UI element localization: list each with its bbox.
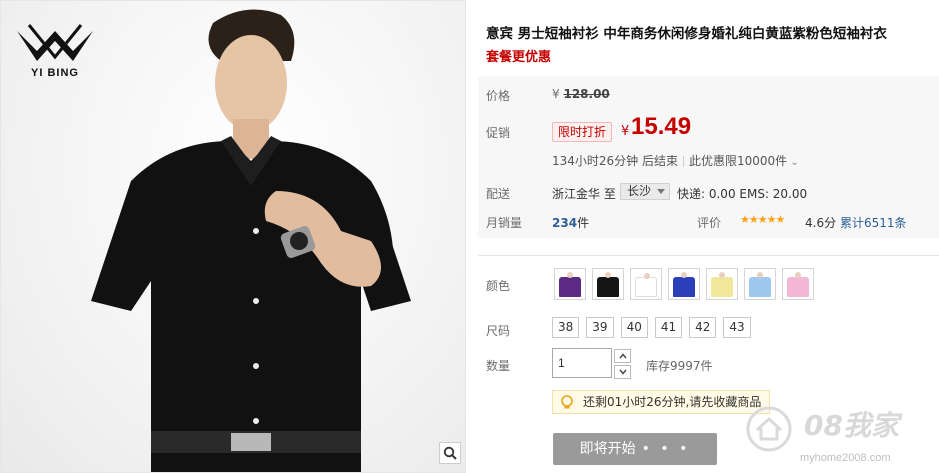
countdown: 134小时26分钟 后结束 此优惠限10000件 ⌄ xyxy=(552,152,799,169)
size-option-38[interactable]: 38 xyxy=(552,317,580,338)
original-price: ¥ 128.00 xyxy=(552,87,610,101)
quantity-label: 数量 xyxy=(486,359,511,373)
swatch-image xyxy=(747,271,773,297)
coming-soon-dots: • • • xyxy=(641,441,691,457)
rating-label: 评价 xyxy=(697,216,722,230)
product-info-panel: 意宾 男士短袖衬衫 中年商务休闲修身婚礼纯白黄蓝紫粉色短袖衬衣 套餐更优惠 价格… xyxy=(478,0,939,473)
coming-soon-button[interactable]: 即将开始 • • • xyxy=(553,433,717,465)
countdown-divider xyxy=(683,156,684,167)
coming-soon-label: 即将开始 xyxy=(579,441,636,457)
original-price-value: 128.00 xyxy=(563,87,610,101)
swatch-image xyxy=(785,271,811,297)
size-label: 尺码 xyxy=(486,324,511,338)
shirt-icon xyxy=(597,272,619,297)
color-swatch-pink[interactable] xyxy=(782,268,814,300)
swatch-image xyxy=(709,271,735,297)
shirt-icon xyxy=(787,272,809,297)
section-divider xyxy=(478,255,939,256)
ship-to-word: 至 xyxy=(603,187,616,201)
product-subtitle: 套餐更优惠 xyxy=(486,50,552,65)
size-option-list: 38 39 40 41 42 43 xyxy=(552,317,751,338)
product-title: 意宾 男士短袖衬衫 中年商务休闲修身婚礼纯白黄蓝紫粉色短袖衬衣 xyxy=(486,26,887,42)
limit-dropdown[interactable]: 此优惠限10000件 ⌄ xyxy=(689,154,799,168)
swatch-image xyxy=(633,271,659,297)
shirt-icon xyxy=(635,273,657,297)
limit-text: 此优惠限10000件 xyxy=(689,154,788,168)
chevron-down-icon: ⌄ xyxy=(787,157,799,168)
product-image-area: YI BING xyxy=(0,0,466,473)
ship-from: 浙江金华 至 xyxy=(552,185,616,202)
stock-count: 库存9997件 xyxy=(646,359,713,373)
color-label: 颜色 xyxy=(486,279,511,293)
size-option-39[interactable]: 39 xyxy=(586,317,614,338)
promo-currency: ¥ xyxy=(621,124,630,139)
promo-price-value: 15.49 xyxy=(631,113,692,140)
model-photo xyxy=(91,9,411,472)
color-swatch-light-blue[interactable] xyxy=(744,268,776,300)
promo-tag-badge: 限时打折 xyxy=(552,122,613,142)
price-label: 价格 xyxy=(486,89,511,103)
swatch-image xyxy=(671,271,697,297)
quantity-input[interactable] xyxy=(552,348,612,378)
shirt-icon xyxy=(559,272,581,297)
size-option-41[interactable]: 41 xyxy=(654,317,683,338)
countdown-text: 134小时26分钟 后结束 xyxy=(552,154,678,168)
reminder-tip: 还剩01小时26分钟,请先收藏商品 xyxy=(552,390,771,414)
chevron-down-icon xyxy=(618,369,627,375)
shirt-icon xyxy=(749,272,771,297)
shirt-icon xyxy=(711,272,733,297)
monthly-sales-count: 234 xyxy=(552,216,578,230)
monthly-sales-unit: 件 xyxy=(577,216,590,230)
caret-down-icon xyxy=(657,189,666,194)
destination-value: 长沙 xyxy=(627,184,652,198)
rating-score: 4.6分 xyxy=(805,216,837,230)
magnifier-icon xyxy=(443,446,457,460)
color-swatch-list xyxy=(554,268,814,300)
destination-select[interactable]: 长沙 xyxy=(620,183,671,200)
ship-from-city: 浙江金华 xyxy=(552,187,601,201)
rating-stars-icon: ★★★★★ xyxy=(740,213,785,226)
zoom-button[interactable] xyxy=(439,442,461,464)
quantity-decrease-button[interactable] xyxy=(614,365,631,379)
color-swatch-white[interactable] xyxy=(630,268,662,300)
quantity-increase-button[interactable] xyxy=(614,349,631,363)
reminder-tip-text: 还剩01小时26分钟,请先收藏商品 xyxy=(583,395,762,409)
shipping-label: 配送 xyxy=(486,187,511,201)
promo-label: 促销 xyxy=(486,126,511,140)
monthly-sales-label: 月销量 xyxy=(486,216,523,230)
size-option-42[interactable]: 42 xyxy=(689,317,717,338)
color-swatch-purple[interactable] xyxy=(554,268,586,300)
swatch-image xyxy=(557,271,583,297)
lightbulb-icon xyxy=(561,395,573,409)
shirt-icon xyxy=(673,272,695,297)
size-option-40[interactable]: 40 xyxy=(620,317,648,338)
original-currency: ¥ xyxy=(552,87,560,101)
color-swatch-black[interactable] xyxy=(592,268,624,300)
color-swatch-blue[interactable] xyxy=(668,268,700,300)
swatch-image xyxy=(595,271,621,297)
monthly-sales: 234件 xyxy=(552,214,589,231)
review-count-link[interactable]: 累计6511条 xyxy=(840,214,907,231)
shipping-fees: 快递: 0.00 EMS: 20.00 xyxy=(677,187,808,201)
size-option-43[interactable]: 43 xyxy=(723,317,751,338)
chevron-up-icon xyxy=(618,353,627,359)
color-swatch-yellow[interactable] xyxy=(706,268,738,300)
price-panel: 价格 ¥ 128.00 促销 限时打折 ¥ 15.49 134小时26分钟 后结… xyxy=(478,76,939,238)
